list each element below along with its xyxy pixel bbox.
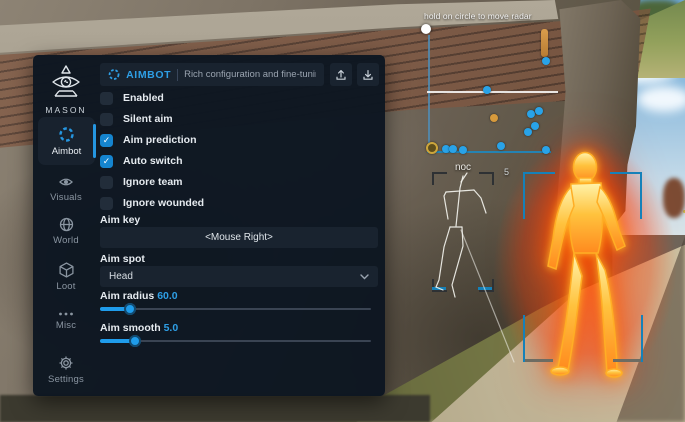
toggle-enabled[interactable]: ✓ Enabled <box>100 91 164 105</box>
radar-move-handle[interactable] <box>421 24 431 34</box>
slider-thumb[interactable] <box>129 335 141 347</box>
cheat-menu-panel: MASON Aimbot Visuals W <box>33 55 385 396</box>
eye-icon <box>58 175 74 189</box>
checkbox[interactable]: ✓ <box>100 155 113 168</box>
slider-track[interactable] <box>100 308 371 310</box>
aim-spot-value: Head <box>109 271 133 282</box>
sidebar-item-label: Settings <box>48 374 84 385</box>
toggle-label: Ignore wounded <box>123 197 204 209</box>
ellipsis-icon <box>58 311 74 317</box>
bush <box>663 178 685 218</box>
checkbox[interactable]: ✓ <box>100 176 113 189</box>
radar-dot <box>531 122 539 130</box>
slider-thumb[interactable] <box>124 303 136 315</box>
crosshair-icon <box>58 126 75 143</box>
upload-icon <box>335 69 347 81</box>
aim-smooth-label-text: Aim smooth <box>100 322 161 334</box>
sidebar-item-loot[interactable]: Loot <box>33 262 99 292</box>
page-subtitle: Rich configuration and fine-tuning <box>184 69 316 80</box>
radar-dot <box>426 142 438 154</box>
radar-dot <box>524 128 532 136</box>
chevron-down-icon <box>360 274 369 280</box>
sidebar-item-label: Misc <box>56 320 76 331</box>
aim-smooth-value: 5.0 <box>164 322 179 334</box>
aim-key-bind-button[interactable]: <Mouse Right> <box>100 227 378 248</box>
checkbox[interactable]: ✓ <box>100 92 113 105</box>
game-screen: hold on circle to move radar noc 5 <box>0 0 685 422</box>
radar-dot <box>459 146 467 154</box>
radar-zoom-bar[interactable] <box>541 29 548 57</box>
radar-dot <box>449 145 457 153</box>
aim-radius-value: 60.0 <box>157 290 177 302</box>
radar-dot <box>497 142 505 150</box>
aim-smooth-slider[interactable] <box>100 335 371 347</box>
divider <box>177 69 178 81</box>
player-box-corner <box>523 315 528 362</box>
radar-dot <box>483 86 491 94</box>
page-title: AIMBOT <box>126 69 171 81</box>
player-box-tick <box>525 359 553 362</box>
import-config-button[interactable] <box>357 63 379 86</box>
sidebar-item-label: Visuals <box>50 192 82 203</box>
toggle-label: Aim prediction <box>123 134 197 146</box>
radar-dot <box>542 57 550 65</box>
aim-radius-label-text: Aim radius <box>100 290 154 302</box>
active-indicator <box>93 124 96 158</box>
sidebar-item-aimbot[interactable]: Aimbot <box>38 117 95 165</box>
toggle-auto-switch[interactable]: ✓ Auto switch <box>100 154 183 168</box>
aim-spot-select[interactable]: Head <box>100 266 378 287</box>
player-box-corner <box>638 315 643 362</box>
radar-hint-text: hold on circle to move radar <box>424 11 544 21</box>
mason-eye-logo-icon <box>50 65 82 101</box>
aim-spot-label: Aim spot <box>100 253 145 265</box>
player-box-corner <box>523 172 555 219</box>
radar-dot <box>535 107 543 115</box>
aim-smooth-label: Aim smooth 5.0 <box>100 322 178 334</box>
sidebar-item-visuals[interactable]: Visuals <box>33 175 99 203</box>
gear-icon <box>58 355 74 371</box>
distance-label: 5 <box>504 167 509 177</box>
radar-left-edge <box>428 35 430 152</box>
radar-horizon-line <box>427 91 558 93</box>
toggle-label: Ignore team <box>123 176 183 188</box>
sidebar-item-misc[interactable]: Misc <box>33 311 99 331</box>
tab-header-bar: AIMBOT Rich configuration and fine-tunin… <box>100 63 324 86</box>
toggle-label: Silent aim <box>123 113 173 125</box>
checkbox[interactable]: ✓ <box>100 113 113 126</box>
aim-radius-slider[interactable] <box>100 303 371 315</box>
aim-key-label: Aim key <box>100 214 140 226</box>
sidebar-item-label: Aimbot <box>52 146 82 157</box>
cube-icon <box>59 262 74 278</box>
brand-name: MASON <box>45 105 86 115</box>
download-icon <box>362 69 374 81</box>
toggle-label: Auto switch <box>123 155 183 167</box>
sidebar-item-settings[interactable]: Settings <box>33 355 99 385</box>
globe-icon <box>59 217 74 232</box>
toggle-aim-prediction[interactable]: ✓ Aim prediction <box>100 133 197 147</box>
export-config-button[interactable] <box>330 63 352 86</box>
player-box-corner <box>610 172 642 219</box>
crosshair-icon <box>108 68 120 81</box>
skeleton-esp <box>425 160 530 370</box>
toggle-ignore-wounded[interactable]: ✓ Ignore wounded <box>100 196 204 210</box>
brand-logo-block: MASON <box>33 65 99 115</box>
cloud <box>637 86 685 112</box>
ground <box>0 395 430 422</box>
toggle-ignore-team[interactable]: ✓ Ignore team <box>100 175 183 189</box>
radar-dot <box>527 110 535 118</box>
sidebar-item-world[interactable]: World <box>33 217 99 246</box>
aim-radius-label: Aim radius 60.0 <box>100 290 178 302</box>
player-box-tick <box>613 359 641 362</box>
radar-dot <box>490 114 498 122</box>
checkbox[interactable]: ✓ <box>100 197 113 210</box>
toggle-silent-aim[interactable]: ✓ Silent aim <box>100 112 173 126</box>
sidebar-item-label: Loot <box>56 281 75 292</box>
toggle-label: Enabled <box>123 92 164 104</box>
radar-dot <box>542 146 550 154</box>
sidebar-item-label: World <box>53 235 79 246</box>
checkbox[interactable]: ✓ <box>100 134 113 147</box>
